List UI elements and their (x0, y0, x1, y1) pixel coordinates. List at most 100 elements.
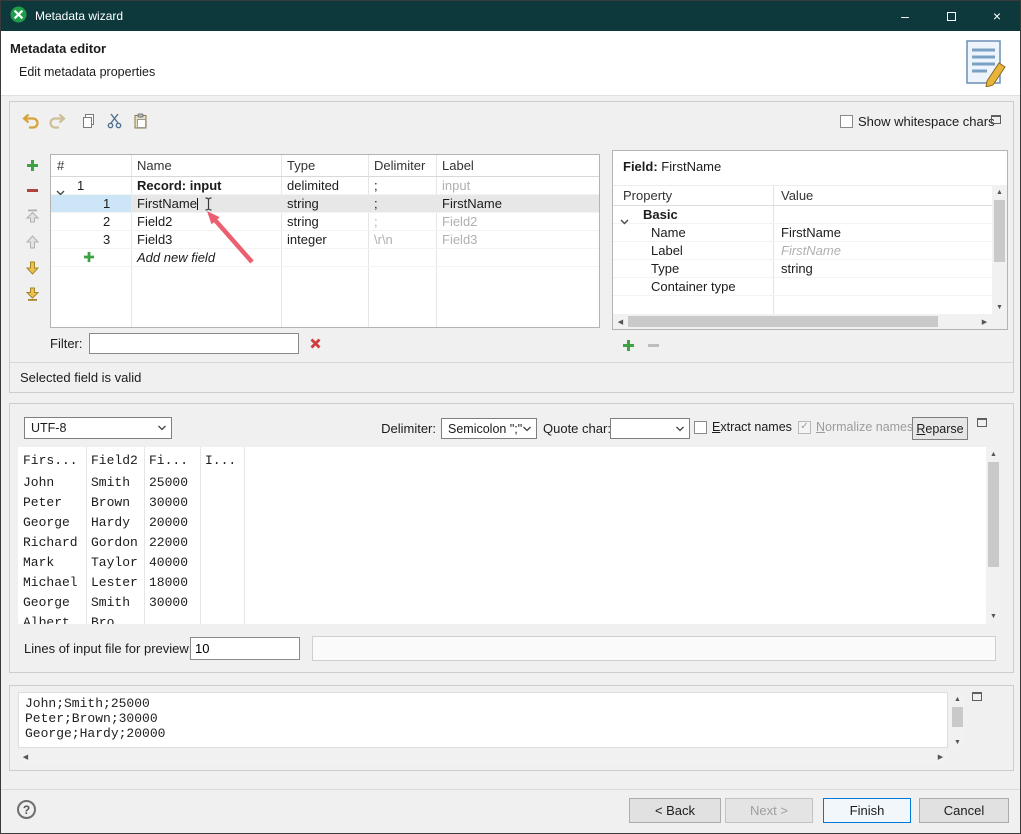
property-group-basic[interactable]: Basic (613, 206, 992, 224)
field-delimiter[interactable]: ; (368, 195, 436, 212)
record-name[interactable]: Record: input (131, 177, 281, 194)
field-type[interactable]: string (281, 213, 368, 230)
scrollbar-track[interactable] (950, 707, 965, 735)
scroll-right-icon[interactable]: ▶ (933, 750, 948, 764)
filter-input[interactable] (89, 333, 299, 354)
field-type[interactable]: string (281, 195, 368, 212)
preview-column-header[interactable]: Fi... (144, 453, 200, 468)
column-header-property[interactable]: Property (613, 186, 773, 205)
field-label[interactable]: FirstName (436, 195, 599, 212)
field-delimiter[interactable]: \r\n (368, 231, 436, 248)
column-header-type[interactable]: Type (281, 155, 368, 176)
scroll-up-icon[interactable]: ▲ (950, 692, 965, 707)
scrollbar-thumb[interactable] (952, 707, 963, 727)
preview-row[interactable]: Michael Lester 18000 (18, 573, 986, 593)
vertical-scrollbar[interactable]: ▲ ▼ (950, 692, 965, 750)
add-field-button[interactable] (26, 159, 39, 175)
record-label[interactable]: input (436, 177, 599, 194)
move-bottom-button[interactable] (26, 287, 39, 304)
preview-row-partial[interactable]: Albert Bro (18, 613, 986, 624)
chevron-down-icon[interactable] (56, 183, 65, 194)
record-row[interactable]: 1 Record: input delimited ; input (51, 177, 599, 195)
maximize-panel-icon[interactable] (991, 115, 1001, 124)
add-new-field-label[interactable]: Add new field (131, 249, 281, 266)
extract-names-checkbox[interactable]: Extract names (694, 420, 792, 434)
paste-button[interactable] (130, 110, 151, 131)
column-header-label[interactable]: Label (436, 155, 599, 176)
clear-filter-button[interactable] (309, 337, 322, 350)
finish-button[interactable]: Finish (823, 798, 911, 823)
vertical-scrollbar[interactable]: ▲ ▼ (986, 447, 1001, 624)
property-value[interactable] (773, 278, 992, 295)
column-header-value[interactable]: Value (773, 186, 992, 205)
raw-preview-area[interactable]: John;Smith;25000 Peter;Brown;30000 Georg… (18, 692, 948, 748)
scroll-up-icon[interactable]: ▲ (986, 447, 1001, 462)
cancel-button[interactable]: Cancel (919, 798, 1009, 823)
field-name-cell[interactable]: FirstName (131, 195, 281, 212)
scroll-down-icon[interactable]: ▼ (992, 300, 1007, 315)
preview-row[interactable]: George Hardy 20000 (18, 513, 986, 533)
field-row-field3[interactable]: 3 Field3 integer \r\n Field3 (51, 231, 599, 249)
maximize-button[interactable] (928, 1, 974, 31)
add-property-button[interactable] (622, 339, 635, 355)
field-delimiter[interactable]: ; (368, 213, 436, 230)
scrollbar-track[interactable] (992, 200, 1007, 300)
field-row-field2[interactable]: 2 Field2 string ; Field2 (51, 213, 599, 231)
copy-button[interactable] (78, 110, 99, 131)
field-name-cell[interactable]: Field2 (131, 213, 281, 230)
scroll-left-icon[interactable]: ◀ (18, 750, 33, 764)
redo-button[interactable] (46, 110, 67, 131)
remove-field-button[interactable] (26, 184, 39, 200)
field-name-cell[interactable]: Field3 (131, 231, 281, 248)
move-up-button[interactable] (26, 235, 39, 252)
scrollbar-thumb[interactable] (994, 200, 1005, 262)
record-type[interactable]: delimited (281, 177, 368, 194)
remove-property-button[interactable] (647, 339, 660, 355)
preview-column-header[interactable]: Firs... (18, 453, 86, 468)
column-header-num[interactable]: # (51, 155, 131, 176)
vertical-scrollbar[interactable]: ▲ ▼ (992, 185, 1007, 315)
minimize-button[interactable]: – (882, 1, 928, 31)
delimiter-select[interactable]: Semicolon ";" (441, 418, 537, 439)
maximize-panel-icon[interactable] (972, 692, 982, 701)
scroll-down-icon[interactable]: ▼ (950, 735, 965, 750)
preview-row[interactable]: Peter Brown 30000 (18, 493, 986, 513)
column-header-name[interactable]: Name (131, 155, 281, 176)
scrollbar-thumb[interactable] (988, 462, 999, 567)
maximize-panel-icon[interactable] (977, 418, 987, 427)
show-whitespace-checkbox[interactable]: Show whitespace chars (840, 114, 995, 129)
property-row-container-type[interactable]: Container type (613, 278, 992, 296)
scrollbar-track[interactable] (986, 462, 1001, 609)
scroll-right-icon[interactable]: ▶ (977, 314, 992, 329)
property-value[interactable]: FirstName (773, 224, 992, 241)
preview-row[interactable]: Richard Gordon 22000 (18, 533, 986, 553)
scroll-down-icon[interactable]: ▼ (986, 609, 1001, 624)
quote-char-select[interactable] (610, 418, 690, 439)
back-button[interactable]: < Back (629, 798, 721, 823)
property-value[interactable]: FirstName (773, 242, 992, 259)
preview-row[interactable]: Mark Taylor 40000 (18, 553, 986, 573)
reparse-button[interactable]: Reparse (912, 417, 968, 440)
undo-button[interactable] (20, 110, 41, 131)
encoding-select[interactable]: UTF-8 (24, 417, 172, 439)
scroll-left-icon[interactable]: ◀ (613, 314, 628, 329)
move-top-button[interactable] (26, 209, 39, 226)
close-button[interactable]: × (974, 1, 1020, 31)
field-row-firstname[interactable]: 1 FirstName string ; FirstName (51, 195, 599, 213)
field-type[interactable]: integer (281, 231, 368, 248)
preview-lines-input[interactable] (190, 637, 300, 660)
field-label[interactable]: Field2 (436, 213, 599, 230)
add-new-field-row[interactable]: Add new field (51, 249, 599, 267)
property-row-label[interactable]: Label FirstName (613, 242, 992, 260)
horizontal-scrollbar[interactable]: ◀ ▶ (18, 750, 948, 764)
move-down-button[interactable] (26, 261, 39, 278)
property-value[interactable]: string (773, 260, 992, 277)
scrollbar-track[interactable] (33, 750, 933, 764)
scroll-up-icon[interactable]: ▲ (992, 185, 1007, 200)
chevron-down-icon[interactable] (620, 212, 629, 223)
property-row-type[interactable]: Type string (613, 260, 992, 278)
property-row-name[interactable]: Name FirstName (613, 224, 992, 242)
record-delimiter[interactable]: ; (368, 177, 436, 194)
scrollbar-track[interactable] (628, 314, 977, 329)
column-header-delimiter[interactable]: Delimiter (368, 155, 436, 176)
